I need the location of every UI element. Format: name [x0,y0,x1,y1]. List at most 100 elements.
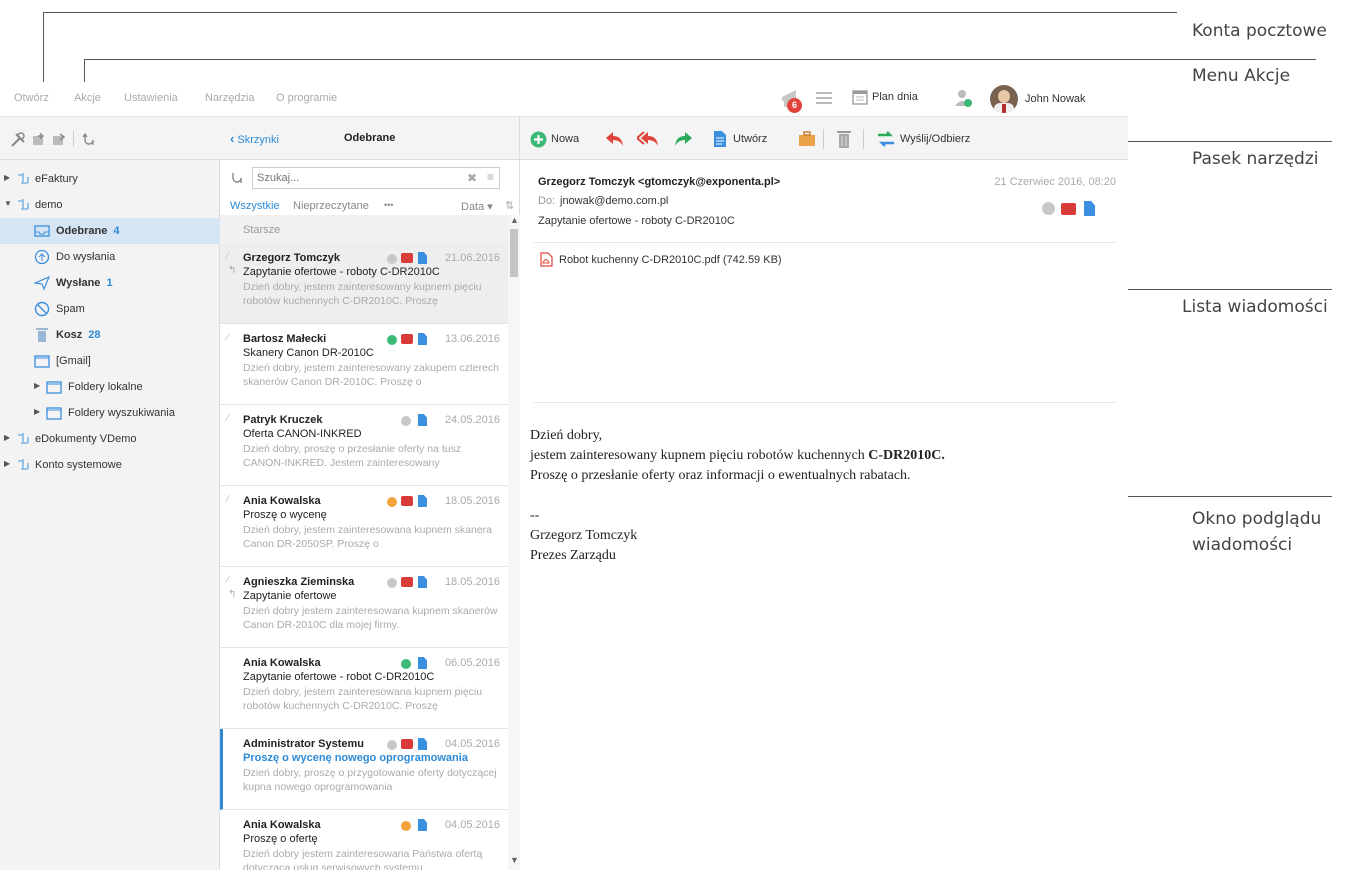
tree-item-edokumenty-vdemo[interactable]: ▶ eDokumenty VDemo [0,426,220,452]
tree-item-efaktury[interactable]: ▶ eFaktury [0,166,220,192]
account-icon [18,173,29,184]
filter-all[interactable]: Wszystkie [230,200,280,212]
tree-label: [Gmail] [56,355,91,367]
tree-item-konto-systemowe[interactable]: ▶ Konto systemowe [0,452,220,478]
sync-icon[interactable] [82,133,96,147]
send-receive-button[interactable]: Wyślij/Odbierz [876,117,970,161]
paperclip-icon: ⁄ [227,251,229,262]
reply-button[interactable] [604,117,626,161]
accounts-toolbar [10,130,210,150]
create-label: Utwórz [733,133,768,145]
list-options-icon[interactable]: ≡ [487,170,494,184]
briefcase-icon [401,496,413,506]
replied-icon: ↰ [228,265,237,276]
create-button[interactable]: Utwórz [713,117,767,161]
tree-item-odebrane[interactable]: Odebrane 4 [0,218,220,244]
notification-count-badge: 6 [787,98,802,113]
scroll-up-icon[interactable]: ▲ [510,215,519,225]
reply-all-button[interactable] [637,117,661,161]
presence-status-icon[interactable] [954,88,972,108]
sort-dropdown[interactable]: Data ▾ [461,200,493,213]
sort-direction-icon[interactable]: ⇅ [505,199,514,212]
message-preview: Dzień dobry, jestem zainteresowana kupne… [243,686,483,712]
preview-to[interactable]: jnowak@demo.com.pl [560,195,668,207]
menu-o-programie[interactable]: O programie [276,92,337,104]
plus-circle-icon [530,131,547,147]
delete-button[interactable] [836,117,852,161]
message-row[interactable]: ⁄ Ania Kowalska 18.05.2016 Proszę o wyce… [220,486,508,567]
menu-akcje[interactable]: Akcje [74,92,101,104]
message-row[interactable]: ⁄ Patryk Kruczek 24.05.2016 Oferta CANON… [220,405,508,486]
user-name[interactable]: John Nowak [1025,93,1086,105]
plan-dnia-button[interactable]: Plan dnia [852,89,936,109]
message-row[interactable]: ⁄ Grzegorz Tomczyk 21.06.2016 ↰ Zapytani… [220,243,508,324]
search-input[interactable] [257,170,457,186]
tree-item-spam[interactable]: Spam [0,296,220,322]
chevron-right-icon: ▶ [34,407,41,416]
archive-button[interactable] [798,117,816,161]
calendar-icon [852,90,868,105]
message-date: 06.05.2016 [444,657,500,669]
menu-ustawienia[interactable]: Ustawienia [124,92,178,104]
chevron-down-icon: ▼ [4,199,12,208]
menu-narzedzia[interactable]: Narzędzia [205,92,255,104]
spam-icon [34,301,50,317]
document-icon [418,333,427,345]
filter-more[interactable]: ••• [384,200,393,210]
tree-item-do-wyslania[interactable]: Do wysłania [0,244,220,270]
message-subject: Proszę o wycenę nowego oprogramowania [243,752,468,764]
message-row[interactable]: ⁄ Bartosz Małecki 13.06.2016 Skanery Can… [220,324,508,405]
message-row[interactable]: Ania Kowalska 04.05.2016 Proszę o ofertę… [220,810,508,870]
status-dot-icon[interactable] [1042,202,1055,215]
move-folder-icon[interactable] [52,133,66,147]
tree-item-kosz[interactable]: Kosz 28 [0,322,220,348]
signature-name: Grzegorz Tomczyk [530,528,638,543]
body-product-code: C-DR2010C. [868,448,945,463]
tree-item-foldery-wyszukiwania[interactable]: ▶ Foldery wyszukiwania [0,400,220,426]
refresh-icon[interactable] [230,171,244,185]
unread-count-badge: 28 [88,329,101,341]
document-icon[interactable] [1084,201,1095,216]
tools-icon[interactable] [10,132,26,148]
filter-unread[interactable]: Nieprzeczytane [293,200,369,212]
message-row[interactable]: Ania Kowalska 06.05.2016 Zapytanie ofert… [220,648,508,729]
search-box[interactable]: ✖ ≡ [252,167,500,189]
tree-item-foldery-lokalne[interactable]: ▶ Foldery lokalne [0,374,220,400]
message-row[interactable]: ⁄ Agnieszka Zieminska 18.05.2016 ↰ Zapyt… [220,567,508,648]
message-preview: Dzień dobry, jestem zainteresowana kupne… [243,524,493,550]
signature-title: Prezes Zarządu [530,548,616,563]
scrollbar[interactable]: ▲ ▼ [508,215,520,870]
scrollbar-thumb[interactable] [510,229,518,277]
briefcase-icon[interactable] [1061,203,1076,215]
divider [534,402,1116,403]
message-subject: Proszę o ofertę [243,833,318,845]
menu-otworz[interactable]: Otwórz [14,92,49,104]
forward-button[interactable] [672,117,694,161]
preview-date: 21 Czerwiec 2016, 08:20 [994,176,1116,188]
callout-pasek-narzedzi: Pasek narzędzi [1192,149,1319,169]
notifications-button[interactable]: 6 [780,87,808,113]
tree-label: Wysłane 1 [56,277,113,289]
message-toolbar: Nowa Utwórz Wyślij/Odbierz [520,117,1128,161]
message-date: 21.06.2016 [444,252,500,264]
hamburger-menu-icon[interactable] [816,91,832,105]
scroll-down-icon[interactable]: ▼ [510,855,519,865]
clear-search-icon[interactable]: ✖ [467,171,477,185]
briefcase-icon [401,739,413,749]
preview-from[interactable]: Grzegorz Tomczyk <gtomczyk@exponenta.pl> [538,176,780,188]
message-date: 18.05.2016 [444,576,500,588]
avatar[interactable] [990,85,1018,113]
mail-app-window: Otwórz Akcje Ustawienia Narzędzia O prog… [0,82,1128,870]
preview-subject: Zapytanie ofertowe - roboty C-DR2010C [538,215,735,227]
message-row[interactable]: Administrator Systemu 04.05.2016 Proszę … [220,729,508,810]
new-message-button[interactable]: Nowa [530,117,579,161]
callout-okno-podgladu-2: wiadomości [1192,535,1293,555]
tree-item-wyslane[interactable]: Wysłane 1 [0,270,220,296]
add-folder-icon[interactable] [32,133,46,147]
status-dot-icon [387,497,397,507]
tree-item-gmail[interactable]: [Gmail] [0,348,220,374]
back-to-mailboxes-button[interactable]: ‹ Skrzynki [230,131,279,147]
tree-item-demo[interactable]: ▼ demo [0,192,220,218]
message-subject: Zapytanie ofertowe - roboty C-DR2010C [243,266,440,278]
message-preview-pane: Grzegorz Tomczyk <gtomczyk@exponenta.pl>… [520,160,1128,870]
